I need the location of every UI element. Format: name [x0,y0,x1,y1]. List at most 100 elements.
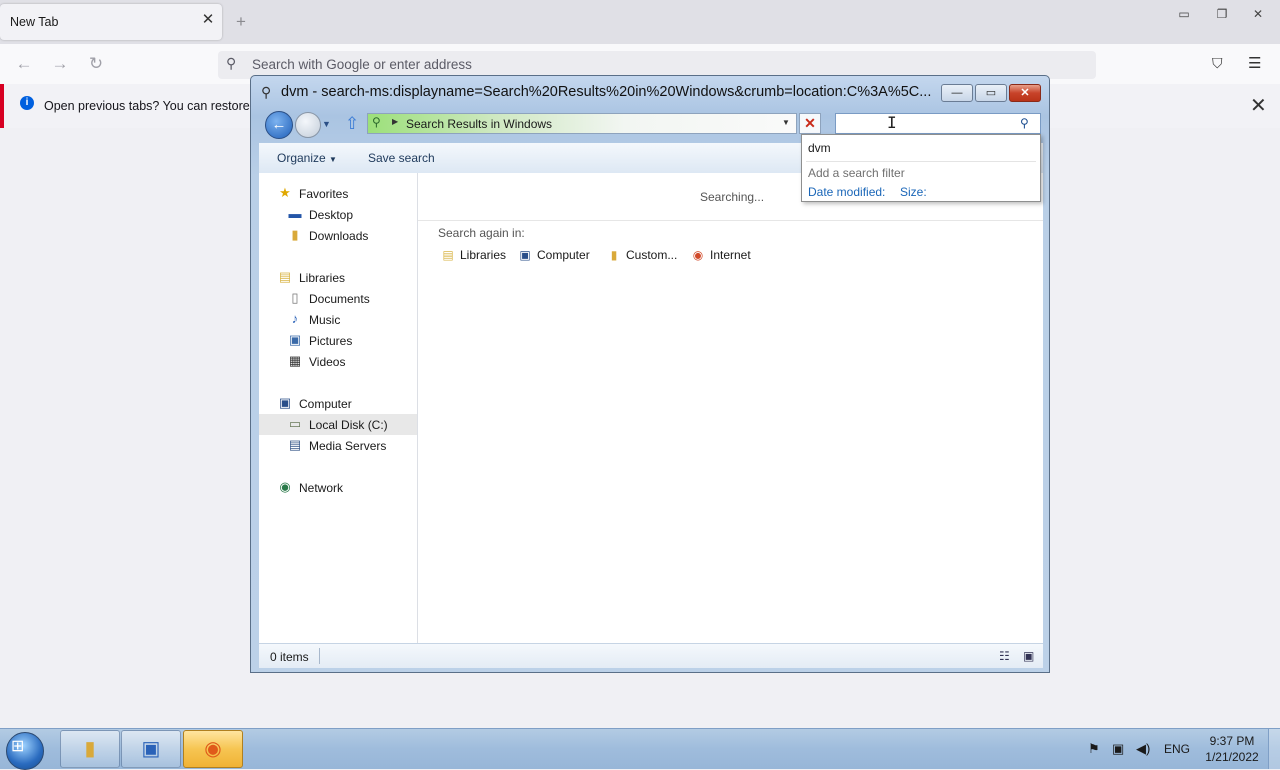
navigation-pane: ★ Favorites ▬ Desktop ▮ Downloads ▤ Libr… [259,173,418,643]
menu-icon[interactable]: ☰ [1248,54,1261,72]
nav-item-libraries[interactable]: ▤ Libraries [259,267,417,288]
nav-item-pictures[interactable]: ▣ Pictures [259,330,417,351]
film-icon: ▦ [288,353,302,368]
forward-button[interactable] [295,112,321,138]
media-server-icon: ▤ [288,437,302,452]
details-view-icon[interactable]: ☷ [999,649,1010,663]
new-tab-button[interactable]: + [236,12,246,32]
back-button[interactable]: ← [265,111,293,139]
up-arrow-icon[interactable]: ⇧ [345,114,359,134]
taskbar-firefox-button[interactable]: ◉ [183,730,243,768]
explorer-maximize-button[interactable]: ▭ [975,84,1007,102]
location-label: Libraries [460,248,507,262]
info-icon: i [20,96,34,110]
search-folder-icon: ⚲ [372,115,381,129]
desktop-icon: ▬ [288,206,302,221]
window-title: dvm - search-ms:displayname=Search%20Res… [281,84,932,100]
tab-new-tab[interactable]: New Tab ✕ [0,4,222,40]
taskbar-explorer-button[interactable]: ▮ [60,730,120,768]
search-suggestions-dropdown: dvm Add a search filter Date modified: S… [801,134,1041,202]
add-filter-label: Add a search filter [808,166,905,180]
url-bar-placeholder: Search with Google or enter address [252,57,472,72]
tab-title: New Tab [10,15,59,29]
search-again-internet[interactable]: ◉ Internet [690,248,751,262]
browser-close-button[interactable]: ✕ [1244,4,1272,26]
network-icon[interactable]: ▣ [1112,741,1124,757]
search-status-text: Searching... [700,190,765,204]
hard-drive-icon: ▭ [288,416,302,431]
breadcrumb-arrow-icon[interactable]: ▶ [392,117,398,126]
nav-item-downloads[interactable]: ▮ Downloads [259,225,417,246]
computer-icon: ▣ [519,248,531,262]
organize-label: Organize [277,151,326,165]
nav-item-videos[interactable]: ▦ Videos [259,351,417,372]
volume-icon[interactable]: ◀) [1136,741,1150,757]
nav-item-music[interactable]: ♪ Music [259,309,417,330]
notification-close-icon[interactable]: ✕ [1250,93,1267,118]
divider [806,161,1036,162]
explorer-minimize-button[interactable]: — [941,84,973,102]
nav-label: Documents [309,292,370,306]
nav-item-computer[interactable]: ▣ Computer [259,393,417,414]
action-center-flag-icon[interactable]: ⚑ [1088,741,1100,757]
breadcrumb[interactable]: Search Results in Windows [406,117,552,131]
nav-label: Favorites [299,187,349,201]
save-search-button[interactable]: Save search [368,151,435,165]
back-arrow-icon[interactable]: ← [14,54,34,74]
browser-restore-button[interactable]: ❐ [1208,4,1236,26]
search-history-item[interactable]: dvm [808,141,831,155]
show-desktop-button[interactable] [1268,729,1280,769]
search-again-libraries[interactable]: ▤ Libraries [440,248,506,262]
location-label: Custom... [626,248,678,262]
clock-time[interactable]: 9:37 PM [1200,734,1264,748]
taskbar-control-panel-button[interactable]: ▣ [121,730,181,768]
nav-label: Pictures [309,334,353,348]
date-modified-filter-link[interactable]: Date modified: [808,185,885,199]
search-input[interactable]: I ⚲ [835,113,1041,134]
size-filter-link[interactable]: Size: [900,185,927,199]
language-indicator[interactable]: ENG [1164,742,1190,756]
browser-minimize-button[interactable]: ▭ [1170,4,1198,26]
nav-item-favorites[interactable]: ★ Favorites [259,183,417,204]
text-cursor-icon: I [887,113,897,132]
document-icon: ▯ [291,290,299,305]
magnifier-icon[interactable]: ⚲ [1020,116,1029,130]
address-bar[interactable]: ⚲ ▶ Search Results in Windows ▼ [367,113,797,134]
search-again-custom[interactable]: ▮ Custom... [606,248,678,262]
results-pane: Searching... Search again in: ▤ Libraries… [418,173,1043,643]
nav-label: Libraries [299,271,346,285]
nav-item-media-servers[interactable]: ▤ Media Servers [259,435,417,456]
nav-label: Downloads [309,229,369,243]
windows-logo-icon: ⊞ [11,738,25,755]
pocket-icon[interactable]: ⛉ [1212,55,1223,72]
nav-label: Network [299,481,344,495]
status-bar: 0 items ☷ ▣ [259,643,1043,668]
forward-arrow-icon[interactable]: → [50,54,70,74]
location-label: Computer [537,248,590,262]
search-again-computer[interactable]: ▣ Computer [517,248,590,262]
large-icons-view-icon[interactable]: ▣ [1023,649,1034,663]
nav-item-local-disk[interactable]: ▭ Local Disk (C:) [259,414,417,435]
nav-item-documents[interactable]: ▯ Documents [259,288,417,309]
explorer-close-button[interactable]: ✕ [1009,84,1041,102]
nav-label: Desktop [309,208,354,222]
stop-search-button[interactable]: ✕ [799,113,821,134]
tab-close-icon[interactable]: ✕ [200,12,216,28]
nav-item-network[interactable]: ◉ Network [259,477,417,498]
main-pane: ★ Favorites ▬ Desktop ▮ Downloads ▤ Libr… [259,173,1043,643]
browser-tab-bar: New Tab ✕ + ▭ ❐ ✕ [0,0,1280,44]
nav-label: Music [309,313,341,327]
network-icon: ◉ [279,479,291,494]
chevron-down-icon[interactable]: ▼ [782,118,790,127]
nav-item-desktop[interactable]: ▬ Desktop [259,204,417,225]
music-note-icon: ♪ [291,311,299,326]
clock-date[interactable]: 1/21/2022 [1200,750,1264,764]
history-dropdown-icon[interactable]: ▼ [322,119,331,129]
nav-label: Computer [299,397,352,411]
taskbar: ⊞ ▮ ▣ ◉ ⚑ ▣ ◀) ENG 9:37 PM 1/21/2022 [0,728,1280,770]
system-tray: ⚑ ▣ ◀) ENG 9:37 PM 1/21/2022 [1084,729,1280,769]
nav-label: Media Servers [309,439,387,453]
search-again-label: Search again in: [438,226,525,240]
organize-button[interactable]: Organize ▼ [277,151,337,165]
reload-icon[interactable]: ↻ [86,54,106,74]
